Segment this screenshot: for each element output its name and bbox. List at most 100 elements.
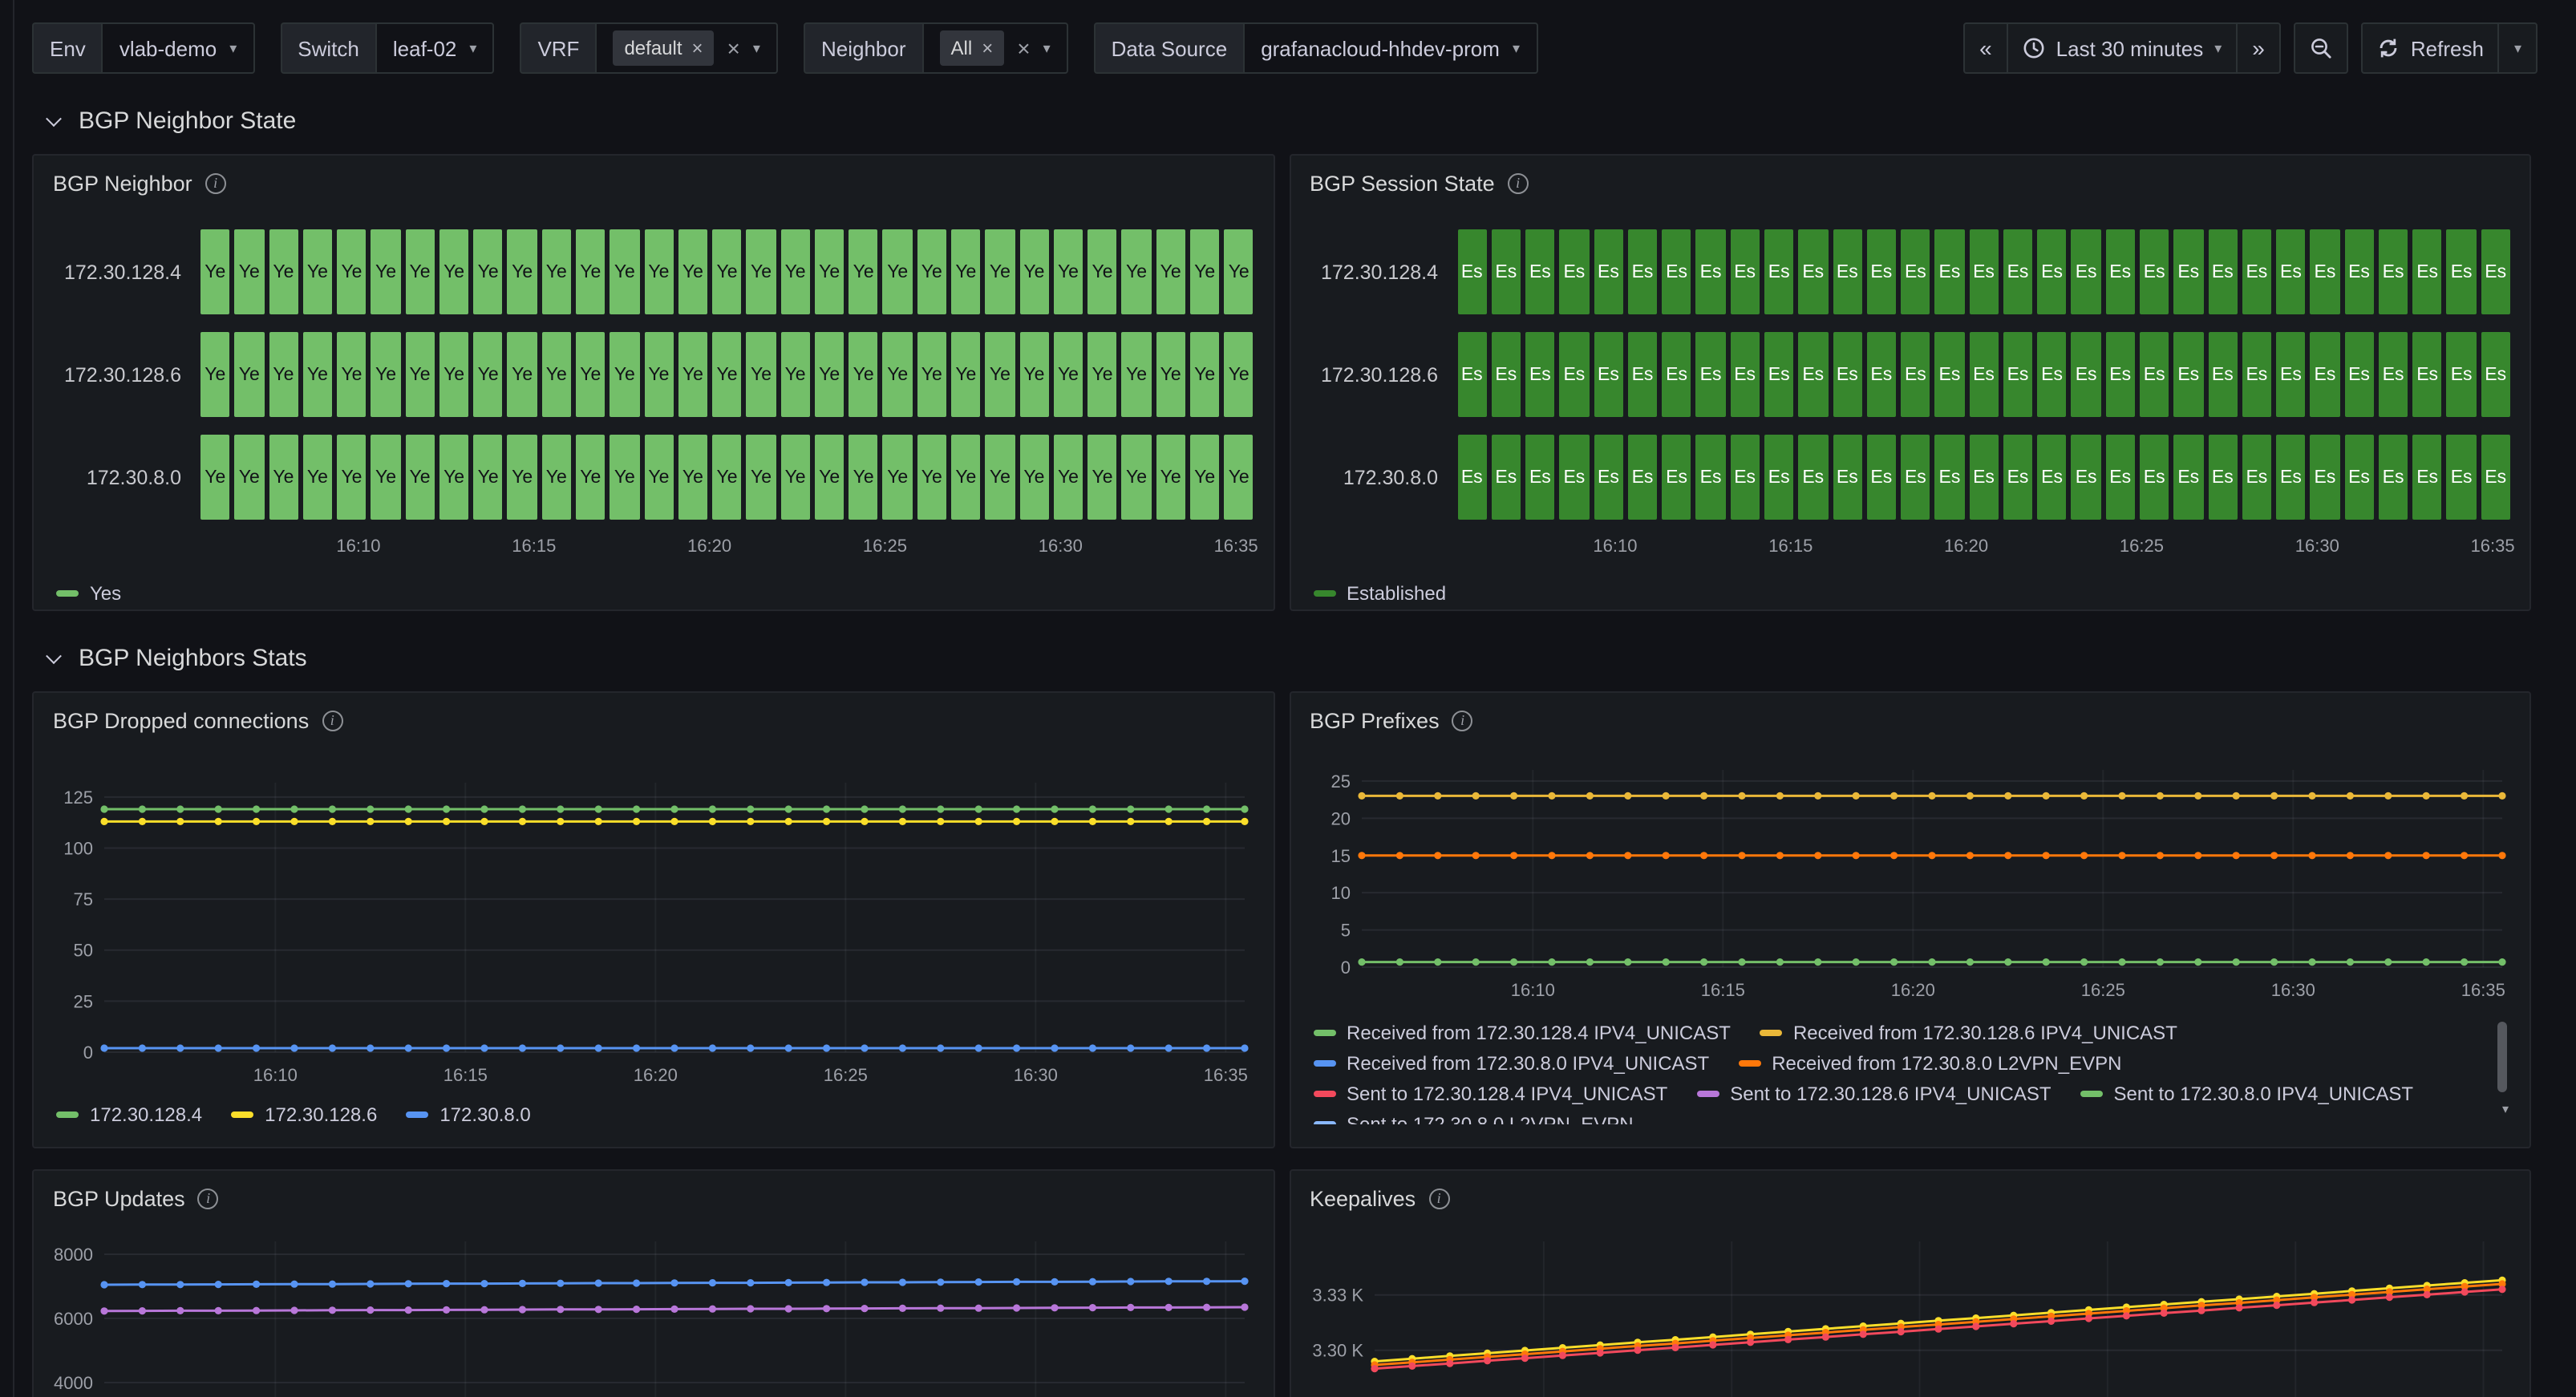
info-icon[interactable]: i	[1428, 1188, 1449, 1209]
close-icon[interactable]: ×	[982, 38, 993, 58]
legend-item[interactable]: Received from 172.30.8.0 L2VPN_EVPN	[1738, 1052, 2121, 1075]
state-cell: Es	[1628, 229, 1658, 314]
state-timeline[interactable]: 172.30.128.4EsEsEsEsEsEsEsEsEsEsEsEsEsEs…	[1290, 207, 2529, 563]
vrf-value-dropdown[interactable]: default × × ▾	[595, 22, 778, 74]
state-cell: Es	[1764, 229, 1794, 314]
legend-item[interactable]: Received from 172.30.128.6 IPV4_UNICAST	[1760, 1022, 2177, 1044]
env-value-dropdown[interactable]: vlab-demo ▾	[102, 22, 254, 74]
panel-title[interactable]: BGP Neighbor	[53, 171, 192, 195]
info-icon[interactable]: i	[205, 172, 226, 193]
switch-value-dropdown[interactable]: leaf-02 ▾	[375, 22, 495, 74]
legend-label: 172.30.8.0	[439, 1103, 530, 1126]
clear-icon[interactable]: ×	[727, 37, 740, 59]
state-cell: Es	[2174, 332, 2204, 417]
line-chart[interactable]: 252015105016:1016:1516:2016:2516:3016:35	[1300, 757, 2510, 1006]
legend-item[interactable]: Sent to 172.30.128.6 IPV4_UNICAST	[1696, 1083, 2051, 1105]
close-icon[interactable]: ×	[692, 38, 703, 58]
state-cell: Ye	[508, 229, 537, 314]
legend-item[interactable]: 172.30.8.0	[406, 1103, 530, 1126]
legend-item[interactable]: Yes	[56, 582, 121, 605]
state-cell: Ye	[1054, 435, 1083, 520]
state-cell: Es	[1525, 332, 1555, 417]
vrf-chip[interactable]: default ×	[613, 30, 714, 66]
state-cell: Ye	[371, 332, 401, 417]
datasource-value-dropdown[interactable]: grafanacloud-hhdev-prom ▾	[1243, 22, 1537, 74]
panel-header: Keepalives i	[1290, 1171, 2529, 1222]
section-title: BGP Neighbors Stats	[79, 644, 307, 671]
state-cell: Ye	[780, 229, 810, 314]
state-cell: Ye	[883, 229, 913, 314]
state-cell: Es	[1935, 332, 1965, 417]
zoom-out-button[interactable]	[2294, 22, 2348, 74]
clear-icon[interactable]: ×	[1017, 37, 1030, 59]
timeline-cells: EsEsEsEsEsEsEsEsEsEsEsEsEsEsEsEsEsEsEsEs…	[1457, 435, 2510, 520]
time-controls: « Last 30 minutes ▾ »	[1963, 22, 2538, 74]
info-icon[interactable]: i	[1452, 710, 1473, 731]
state-cell: Ye	[405, 332, 435, 417]
svg-text:15: 15	[1331, 846, 1350, 866]
section-bgp-neighbor-state[interactable]: BGP Neighbor State	[48, 103, 2538, 138]
refresh-button[interactable]: Refresh	[2361, 22, 2500, 74]
time-picker-group: « Last 30 minutes ▾ »	[1963, 22, 2281, 74]
state-cell: Ye	[337, 229, 367, 314]
info-icon[interactable]: i	[322, 710, 342, 731]
info-icon[interactable]: i	[1508, 172, 1529, 193]
state-cell: Ye	[235, 332, 265, 417]
legend-item[interactable]: Established	[1313, 582, 1446, 605]
timeline-cells: EsEsEsEsEsEsEsEsEsEsEsEsEsEsEsEsEsEsEsEs…	[1457, 229, 2510, 314]
state-timeline[interactable]: 172.30.128.4YeYeYeYeYeYeYeYeYeYeYeYeYeYe…	[34, 207, 1273, 563]
state-cell: Ye	[1156, 332, 1185, 417]
legend-item[interactable]: 172.30.128.4	[56, 1103, 202, 1126]
row-label: 172.30.128.6	[53, 332, 200, 417]
panel-title[interactable]: Keepalives	[1310, 1186, 1416, 1210]
state-cell: Es	[1457, 229, 1487, 314]
scrollbar-down-icon[interactable]: ▾	[2502, 1102, 2509, 1116]
line-chart[interactable]: 125100755025016:1016:1516:2016:2516:3016…	[43, 770, 1254, 1091]
state-cell: Ye	[610, 332, 640, 417]
time-shift-back-button[interactable]: «	[1963, 22, 2008, 74]
legend-item[interactable]: Sent to 172.30.8.0 IPV4_UNICAST	[2080, 1083, 2414, 1105]
neighbor-chip[interactable]: All ×	[940, 30, 1005, 66]
x-tick-label: 16:10	[1593, 537, 1637, 557]
line-chart[interactable]: 3.33 K3.30 K16:1016:1516:2016:2516:3016:…	[1300, 1229, 2510, 1397]
panel-title[interactable]: BGP Session State	[1310, 171, 1495, 195]
legend-item[interactable]: Received from 172.30.8.0 IPV4_UNICAST	[1313, 1052, 1709, 1075]
state-cell: Es	[1492, 229, 1521, 314]
refresh-interval-dropdown[interactable]: ▾	[2498, 22, 2538, 74]
svg-text:3.30 K: 3.30 K	[1311, 1341, 1363, 1361]
neighbor-value-dropdown[interactable]: All × × ▾	[922, 22, 1068, 74]
state-cell: Ye	[473, 332, 503, 417]
state-cell: Es	[1730, 332, 1760, 417]
legend-label: 172.30.128.6	[265, 1103, 377, 1126]
env-label: Env	[32, 22, 102, 74]
row-updates-keepalives: BGP Updates i 8000600040002000016:1016:1…	[32, 1169, 2531, 1397]
legend-item[interactable]: Sent to 172.30.8.0 L2VPN_EVPN	[1313, 1113, 1634, 1124]
legend-item[interactable]: Received from 172.30.128.4 IPV4_UNICAST	[1313, 1022, 1731, 1044]
state-cell: Es	[2344, 435, 2374, 520]
panel-title[interactable]: BGP Updates	[53, 1186, 185, 1210]
section-bgp-neighbors-stats[interactable]: BGP Neighbors Stats	[48, 640, 2538, 675]
svg-text:5: 5	[1340, 921, 1350, 941]
x-axis: 16:1016:1516:2016:2516:3016:35	[1310, 537, 2510, 563]
state-cell: Es	[2003, 332, 2033, 417]
x-tick-label: 16:25	[863, 537, 907, 557]
state-cell: Es	[2379, 229, 2408, 314]
panel-header: BGP Updates i	[34, 1171, 1273, 1222]
state-cell: Es	[1594, 332, 1623, 417]
state-cell: Ye	[1224, 435, 1254, 520]
state-cell: Es	[1833, 435, 1862, 520]
time-range-picker[interactable]: Last 30 minutes ▾	[2007, 22, 2238, 74]
chevron-down-icon: ▾	[229, 41, 237, 55]
legend-item[interactable]: 172.30.128.6	[231, 1103, 377, 1126]
panel-title[interactable]: BGP Prefixes	[1310, 708, 1440, 732]
line-chart[interactable]: 8000600040002000016:1016:1516:2016:2516:…	[43, 1229, 1254, 1397]
legend-scrollbar-thumb[interactable]	[2497, 1022, 2507, 1092]
legend-item[interactable]: Sent to 172.30.128.4 IPV4_UNICAST	[1313, 1083, 1667, 1105]
switch-control: Switch leaf-02 ▾	[280, 22, 494, 74]
time-shift-forward-button[interactable]: »	[2236, 22, 2281, 74]
panel-title[interactable]: BGP Dropped connections	[53, 708, 309, 732]
state-cell: Es	[2242, 435, 2272, 520]
info-icon[interactable]: i	[198, 1188, 219, 1209]
svg-text:16:30: 16:30	[1014, 1065, 1058, 1085]
svg-text:3.33 K: 3.33 K	[1311, 1286, 1363, 1306]
